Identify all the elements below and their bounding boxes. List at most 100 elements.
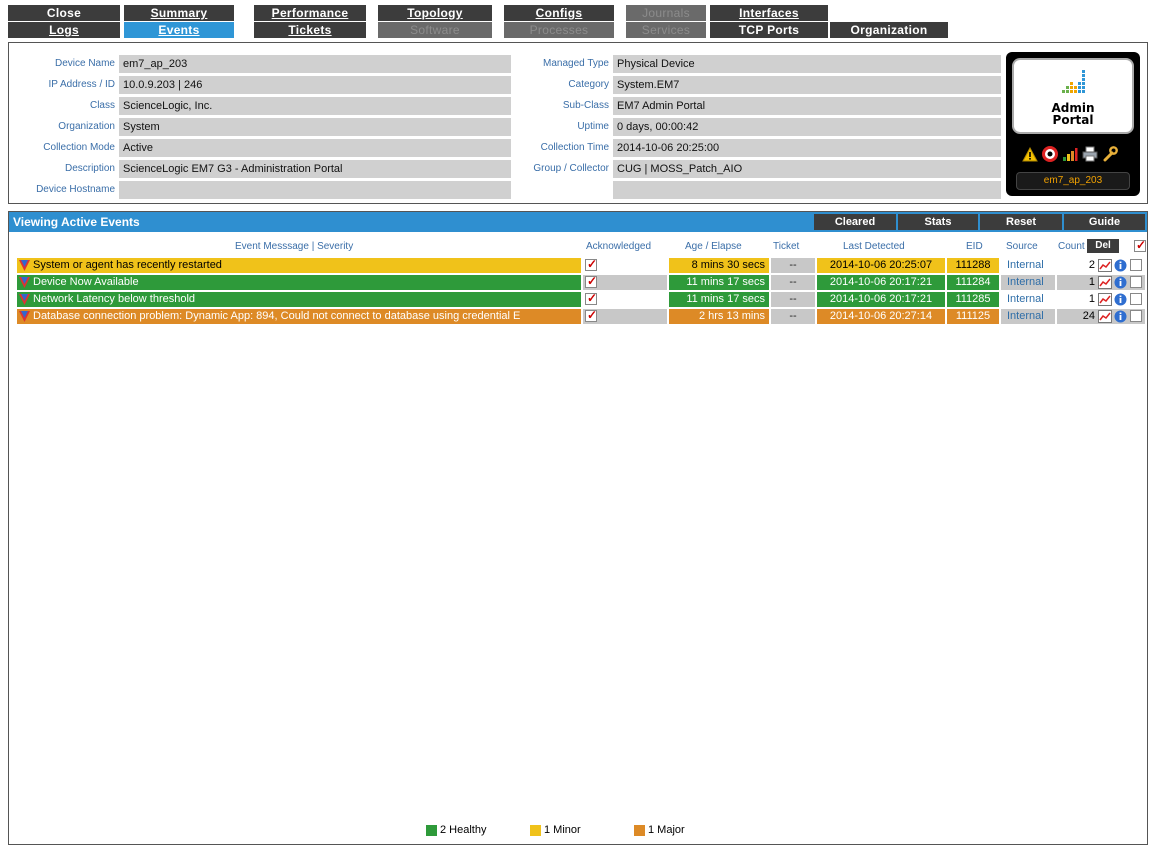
event-eid: 111284 bbox=[947, 275, 999, 290]
event-ticket: -- bbox=[771, 275, 815, 290]
tab-label: Software bbox=[410, 23, 460, 37]
tab-label: Close bbox=[46, 6, 82, 20]
device-field-value: 0 days, 00:00:42 bbox=[613, 118, 1001, 136]
event-message: Network Latency below threshold bbox=[17, 292, 581, 307]
graph-icon[interactable] bbox=[1098, 310, 1112, 323]
signal-bars-icon[interactable] bbox=[1062, 146, 1078, 162]
device-field-value: Physical Device bbox=[613, 55, 1001, 73]
column-header-message[interactable]: Event Messsage | Severity bbox=[235, 241, 353, 252]
tab-logs[interactable]: Logs bbox=[8, 22, 120, 38]
event-ticket: -- bbox=[771, 292, 815, 307]
event-acknowledged-cell: ✓ bbox=[583, 309, 667, 324]
select-all-checkbox[interactable]: ✓ bbox=[1134, 238, 1146, 252]
event-severity-icon[interactable] bbox=[19, 277, 30, 288]
graph-icon[interactable] bbox=[1098, 276, 1112, 289]
acknowledge-checkbox[interactable]: ✓ bbox=[585, 292, 597, 305]
tab-label: TCP Ports bbox=[738, 23, 800, 37]
tab-topology[interactable]: Topology bbox=[378, 5, 492, 21]
warning-icon[interactable] bbox=[1022, 146, 1038, 162]
tab-label: Interfaces bbox=[739, 6, 799, 20]
event-age: 11 mins 17 secs bbox=[669, 275, 769, 290]
legend-swatch-healthy bbox=[426, 824, 437, 836]
lifebuoy-icon[interactable] bbox=[1042, 146, 1058, 162]
tab-configs[interactable]: Configs bbox=[504, 5, 614, 21]
stats-button[interactable]: Stats bbox=[898, 214, 978, 230]
event-row[interactable]: Database connection problem: Dynamic App… bbox=[17, 309, 1145, 324]
acknowledge-checkbox[interactable]: ✓ bbox=[585, 275, 597, 288]
device-card-name[interactable]: em7_ap_203 bbox=[1016, 172, 1130, 190]
checkmark-icon: ✓ bbox=[587, 309, 598, 322]
info-icon[interactable] bbox=[1114, 259, 1127, 272]
tab-label: Tickets bbox=[288, 23, 332, 37]
cleared-button[interactable]: Cleared bbox=[814, 214, 896, 230]
tab-journals: Journals bbox=[626, 5, 706, 21]
device-field-label bbox=[513, 181, 609, 199]
tab-tcp-ports[interactable]: TCP Ports bbox=[710, 22, 828, 38]
device-field-label: Group / Collector bbox=[533, 163, 609, 174]
event-message-text[interactable]: Network Latency below threshold bbox=[33, 293, 195, 305]
printer-icon[interactable] bbox=[1082, 146, 1098, 162]
event-ticket: -- bbox=[771, 309, 815, 324]
event-age: 8 mins 30 secs bbox=[669, 258, 769, 273]
events-title: Viewing Active Events bbox=[13, 215, 140, 229]
tab-events[interactable]: Events bbox=[124, 22, 234, 38]
tab-label: Services bbox=[641, 23, 691, 37]
legend-healthy: 2 Healthy bbox=[426, 824, 486, 836]
event-row[interactable]: System or agent has recently restarted 8 … bbox=[17, 258, 1145, 273]
legend-minor: 1 Minor bbox=[530, 824, 581, 836]
event-severity-icon[interactable] bbox=[19, 311, 30, 322]
device-card-logo: Admin Portal bbox=[1012, 58, 1134, 134]
event-message-text[interactable]: System or agent has recently restarted bbox=[33, 259, 222, 271]
guide-button[interactable]: Guide bbox=[1064, 214, 1145, 230]
checkmark-icon: ✓ bbox=[587, 258, 598, 271]
delete-event-checkbox[interactable] bbox=[1130, 293, 1142, 305]
column-header-count[interactable]: Count bbox=[1058, 241, 1085, 252]
event-tools bbox=[1097, 275, 1145, 290]
event-message-text[interactable]: Device Now Available bbox=[33, 276, 139, 288]
tab-label: Organization bbox=[850, 23, 928, 37]
info-icon[interactable] bbox=[1114, 276, 1127, 289]
reset-button[interactable]: Reset bbox=[980, 214, 1062, 230]
wrench-icon[interactable] bbox=[1102, 146, 1118, 162]
device-field-label: Managed Type bbox=[543, 58, 609, 69]
delete-event-checkbox[interactable] bbox=[1130, 310, 1142, 322]
acknowledge-checkbox[interactable]: ✓ bbox=[585, 309, 598, 322]
event-message-text[interactable]: Database connection problem: Dynamic App… bbox=[33, 310, 520, 322]
graph-icon[interactable] bbox=[1098, 293, 1112, 306]
delete-event-checkbox[interactable] bbox=[1130, 276, 1142, 288]
device-info-panel: Device Name em7_ap_203 IP Address / ID 10.0… bbox=[8, 42, 1148, 204]
event-severity-icon[interactable] bbox=[19, 260, 30, 271]
column-header-source[interactable]: Source bbox=[1006, 241, 1038, 252]
graph-icon[interactable] bbox=[1098, 259, 1112, 272]
column-header-last-detected[interactable]: Last Detected bbox=[843, 241, 905, 252]
device-field-label: Device Hostname bbox=[36, 184, 115, 195]
acknowledge-checkbox[interactable]: ✓ bbox=[585, 258, 598, 271]
event-source: Internal bbox=[1001, 292, 1055, 307]
legend-label-major: 1 Major bbox=[648, 824, 685, 836]
tab-organization[interactable]: Organization bbox=[830, 22, 948, 38]
event-acknowledged-cell: ✓ bbox=[583, 258, 667, 273]
delete-event-checkbox[interactable] bbox=[1130, 259, 1142, 271]
tab-tickets[interactable]: Tickets bbox=[254, 22, 366, 38]
tab-close[interactable]: Close bbox=[8, 5, 120, 21]
event-ticket: -- bbox=[771, 258, 815, 273]
tab-interfaces[interactable]: Interfaces bbox=[710, 5, 828, 21]
column-header-acknowledged[interactable]: Acknowledged bbox=[586, 241, 651, 252]
event-age: 2 hrs 13 mins bbox=[669, 309, 769, 324]
info-icon[interactable] bbox=[1114, 310, 1127, 323]
event-last-detected: 2014-10-06 20:25:07 bbox=[817, 258, 945, 273]
tab-summary[interactable]: Summary bbox=[124, 5, 234, 21]
device-field-label: Class bbox=[89, 100, 115, 111]
info-icon[interactable] bbox=[1114, 293, 1127, 306]
event-source: Internal bbox=[1001, 275, 1055, 290]
event-row[interactable]: Network Latency below threshold 11 mins 1… bbox=[17, 292, 1145, 307]
event-severity-icon[interactable] bbox=[19, 294, 30, 305]
delete-selected-button[interactable]: Del bbox=[1087, 239, 1119, 253]
tab-performance[interactable]: Performance bbox=[254, 5, 366, 21]
event-count: 1 bbox=[1057, 275, 1097, 290]
column-header-ticket[interactable]: Ticket bbox=[773, 241, 799, 252]
event-row[interactable]: Device Now Available 11 mins 17 secs -- 201… bbox=[17, 275, 1145, 290]
column-header-age[interactable]: Age / Elapse bbox=[685, 241, 742, 252]
event-message: Database connection problem: Dynamic App… bbox=[17, 309, 581, 324]
column-header-eid[interactable]: EID bbox=[966, 241, 983, 252]
